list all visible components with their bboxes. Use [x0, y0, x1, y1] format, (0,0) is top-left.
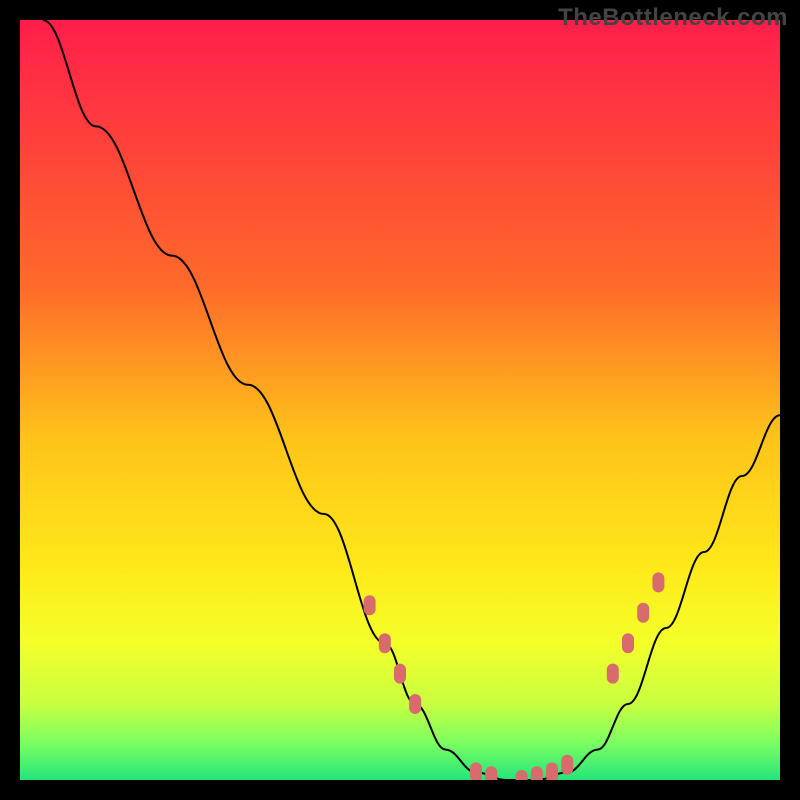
plot-svg [20, 20, 780, 780]
curve-marker [409, 694, 421, 714]
curve-marker [607, 664, 619, 684]
curve-marker [470, 762, 482, 780]
curve-marker [485, 766, 497, 780]
plot-area [20, 20, 780, 780]
curve-marker [652, 572, 664, 592]
curve-marker [531, 766, 543, 780]
curve-marker [379, 633, 391, 653]
curve-marker [394, 664, 406, 684]
curve-marker [622, 633, 634, 653]
curve-marker [637, 603, 649, 623]
curve-marker [561, 755, 573, 775]
curve-marker [364, 595, 376, 615]
curve-marker [546, 762, 558, 780]
chart-frame: TheBottleneck.com [0, 0, 800, 800]
